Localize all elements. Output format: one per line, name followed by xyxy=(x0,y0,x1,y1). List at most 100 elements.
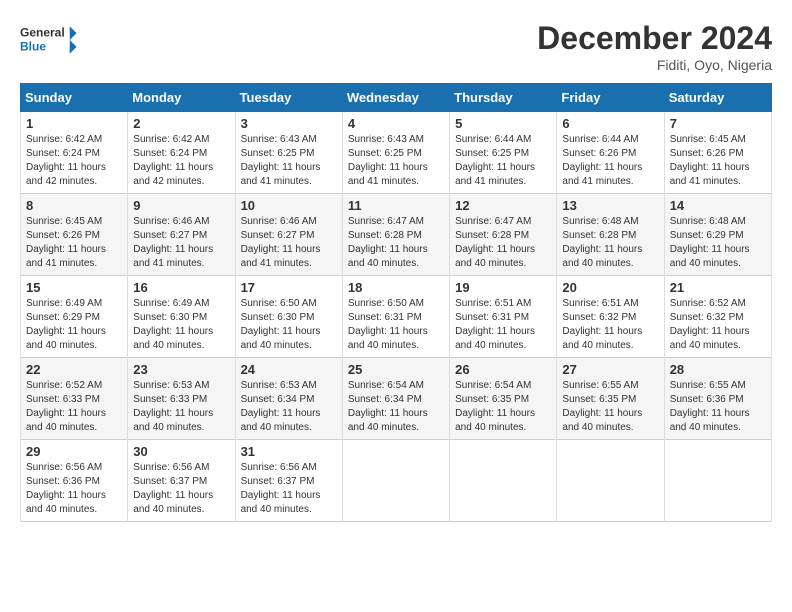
calendar-cell xyxy=(342,440,449,522)
calendar-week-row: 1 Sunrise: 6:42 AMSunset: 6:24 PMDayligh… xyxy=(21,112,772,194)
day-number: 2 xyxy=(133,116,229,131)
calendar-cell: 15 Sunrise: 6:49 AMSunset: 6:29 PMDaylig… xyxy=(21,276,128,358)
day-number: 19 xyxy=(455,280,551,295)
day-number: 20 xyxy=(562,280,658,295)
day-number: 10 xyxy=(241,198,337,213)
day-info: Sunrise: 6:49 AMSunset: 6:30 PMDaylight:… xyxy=(133,297,229,353)
calendar-cell: 20 Sunrise: 6:51 AMSunset: 6:32 PMDaylig… xyxy=(557,276,664,358)
day-info: Sunrise: 6:55 AMSunset: 6:36 PMDaylight:… xyxy=(670,379,766,435)
svg-text:General: General xyxy=(20,26,65,40)
col-friday: Friday xyxy=(557,84,664,112)
calendar-week-row: 29 Sunrise: 6:56 AMSunset: 6:36 PMDaylig… xyxy=(21,440,772,522)
day-number: 23 xyxy=(133,362,229,377)
day-number: 6 xyxy=(562,116,658,131)
svg-text:Blue: Blue xyxy=(20,39,46,53)
day-number: 8 xyxy=(26,198,122,213)
calendar-cell: 26 Sunrise: 6:54 AMSunset: 6:35 PMDaylig… xyxy=(450,358,557,440)
day-info: Sunrise: 6:53 AMSunset: 6:34 PMDaylight:… xyxy=(241,379,337,435)
day-info: Sunrise: 6:55 AMSunset: 6:35 PMDaylight:… xyxy=(562,379,658,435)
calendar-cell: 14 Sunrise: 6:48 AMSunset: 6:29 PMDaylig… xyxy=(664,194,771,276)
calendar-table: Sunday Monday Tuesday Wednesday Thursday… xyxy=(20,83,772,522)
day-number: 1 xyxy=(26,116,122,131)
day-info: Sunrise: 6:46 AMSunset: 6:27 PMDaylight:… xyxy=(241,215,337,271)
day-number: 29 xyxy=(26,444,122,459)
day-number: 27 xyxy=(562,362,658,377)
day-number: 12 xyxy=(455,198,551,213)
logo-svg: General Blue xyxy=(20,20,80,60)
calendar-header-row: Sunday Monday Tuesday Wednesday Thursday… xyxy=(21,84,772,112)
calendar-cell: 19 Sunrise: 6:51 AMSunset: 6:31 PMDaylig… xyxy=(450,276,557,358)
col-wednesday: Wednesday xyxy=(342,84,449,112)
calendar-cell: 30 Sunrise: 6:56 AMSunset: 6:37 PMDaylig… xyxy=(128,440,235,522)
day-number: 17 xyxy=(241,280,337,295)
calendar-cell: 10 Sunrise: 6:46 AMSunset: 6:27 PMDaylig… xyxy=(235,194,342,276)
calendar-cell: 17 Sunrise: 6:50 AMSunset: 6:30 PMDaylig… xyxy=(235,276,342,358)
col-thursday: Thursday xyxy=(450,84,557,112)
calendar-cell: 21 Sunrise: 6:52 AMSunset: 6:32 PMDaylig… xyxy=(664,276,771,358)
day-number: 15 xyxy=(26,280,122,295)
day-number: 31 xyxy=(241,444,337,459)
day-number: 13 xyxy=(562,198,658,213)
calendar-cell: 9 Sunrise: 6:46 AMSunset: 6:27 PMDayligh… xyxy=(128,194,235,276)
day-number: 25 xyxy=(348,362,444,377)
calendar-cell: 25 Sunrise: 6:54 AMSunset: 6:34 PMDaylig… xyxy=(342,358,449,440)
day-number: 16 xyxy=(133,280,229,295)
calendar-cell: 2 Sunrise: 6:42 AMSunset: 6:24 PMDayligh… xyxy=(128,112,235,194)
day-info: Sunrise: 6:54 AMSunset: 6:35 PMDaylight:… xyxy=(455,379,551,435)
calendar-cell: 18 Sunrise: 6:50 AMSunset: 6:31 PMDaylig… xyxy=(342,276,449,358)
day-info: Sunrise: 6:56 AMSunset: 6:37 PMDaylight:… xyxy=(241,461,337,517)
day-info: Sunrise: 6:50 AMSunset: 6:30 PMDaylight:… xyxy=(241,297,337,353)
day-info: Sunrise: 6:49 AMSunset: 6:29 PMDaylight:… xyxy=(26,297,122,353)
day-number: 28 xyxy=(670,362,766,377)
day-number: 3 xyxy=(241,116,337,131)
day-info: Sunrise: 6:44 AMSunset: 6:25 PMDaylight:… xyxy=(455,133,551,189)
calendar-cell: 1 Sunrise: 6:42 AMSunset: 6:24 PMDayligh… xyxy=(21,112,128,194)
calendar-cell: 28 Sunrise: 6:55 AMSunset: 6:36 PMDaylig… xyxy=(664,358,771,440)
day-number: 26 xyxy=(455,362,551,377)
calendar-cell: 23 Sunrise: 6:53 AMSunset: 6:33 PMDaylig… xyxy=(128,358,235,440)
calendar-week-row: 8 Sunrise: 6:45 AMSunset: 6:26 PMDayligh… xyxy=(21,194,772,276)
day-number: 30 xyxy=(133,444,229,459)
day-number: 21 xyxy=(670,280,766,295)
calendar-week-row: 15 Sunrise: 6:49 AMSunset: 6:29 PMDaylig… xyxy=(21,276,772,358)
day-info: Sunrise: 6:53 AMSunset: 6:33 PMDaylight:… xyxy=(133,379,229,435)
calendar-cell xyxy=(450,440,557,522)
calendar-cell: 4 Sunrise: 6:43 AMSunset: 6:25 PMDayligh… xyxy=(342,112,449,194)
day-info: Sunrise: 6:45 AMSunset: 6:26 PMDaylight:… xyxy=(26,215,122,271)
day-info: Sunrise: 6:42 AMSunset: 6:24 PMDaylight:… xyxy=(26,133,122,189)
day-info: Sunrise: 6:48 AMSunset: 6:29 PMDaylight:… xyxy=(670,215,766,271)
day-info: Sunrise: 6:47 AMSunset: 6:28 PMDaylight:… xyxy=(455,215,551,271)
day-info: Sunrise: 6:52 AMSunset: 6:32 PMDaylight:… xyxy=(670,297,766,353)
calendar-cell: 12 Sunrise: 6:47 AMSunset: 6:28 PMDaylig… xyxy=(450,194,557,276)
day-info: Sunrise: 6:51 AMSunset: 6:32 PMDaylight:… xyxy=(562,297,658,353)
calendar-cell: 13 Sunrise: 6:48 AMSunset: 6:28 PMDaylig… xyxy=(557,194,664,276)
day-info: Sunrise: 6:48 AMSunset: 6:28 PMDaylight:… xyxy=(562,215,658,271)
day-info: Sunrise: 6:43 AMSunset: 6:25 PMDaylight:… xyxy=(348,133,444,189)
title-area: December 2024 Fiditi, Oyo, Nigeria xyxy=(537,20,772,73)
day-number: 11 xyxy=(348,198,444,213)
day-info: Sunrise: 6:47 AMSunset: 6:28 PMDaylight:… xyxy=(348,215,444,271)
calendar-cell: 6 Sunrise: 6:44 AMSunset: 6:26 PMDayligh… xyxy=(557,112,664,194)
day-number: 4 xyxy=(348,116,444,131)
calendar-cell: 7 Sunrise: 6:45 AMSunset: 6:26 PMDayligh… xyxy=(664,112,771,194)
day-info: Sunrise: 6:43 AMSunset: 6:25 PMDaylight:… xyxy=(241,133,337,189)
calendar-cell: 22 Sunrise: 6:52 AMSunset: 6:33 PMDaylig… xyxy=(21,358,128,440)
col-saturday: Saturday xyxy=(664,84,771,112)
day-number: 24 xyxy=(241,362,337,377)
calendar-cell: 5 Sunrise: 6:44 AMSunset: 6:25 PMDayligh… xyxy=(450,112,557,194)
day-number: 22 xyxy=(26,362,122,377)
calendar-cell: 16 Sunrise: 6:49 AMSunset: 6:30 PMDaylig… xyxy=(128,276,235,358)
calendar-cell: 3 Sunrise: 6:43 AMSunset: 6:25 PMDayligh… xyxy=(235,112,342,194)
day-info: Sunrise: 6:46 AMSunset: 6:27 PMDaylight:… xyxy=(133,215,229,271)
calendar-cell xyxy=(664,440,771,522)
calendar-cell: 24 Sunrise: 6:53 AMSunset: 6:34 PMDaylig… xyxy=(235,358,342,440)
calendar-week-row: 22 Sunrise: 6:52 AMSunset: 6:33 PMDaylig… xyxy=(21,358,772,440)
day-info: Sunrise: 6:50 AMSunset: 6:31 PMDaylight:… xyxy=(348,297,444,353)
day-number: 14 xyxy=(670,198,766,213)
day-info: Sunrise: 6:52 AMSunset: 6:33 PMDaylight:… xyxy=(26,379,122,435)
location: Fiditi, Oyo, Nigeria xyxy=(537,57,772,73)
day-info: Sunrise: 6:44 AMSunset: 6:26 PMDaylight:… xyxy=(562,133,658,189)
day-info: Sunrise: 6:56 AMSunset: 6:36 PMDaylight:… xyxy=(26,461,122,517)
col-tuesday: Tuesday xyxy=(235,84,342,112)
col-sunday: Sunday xyxy=(21,84,128,112)
